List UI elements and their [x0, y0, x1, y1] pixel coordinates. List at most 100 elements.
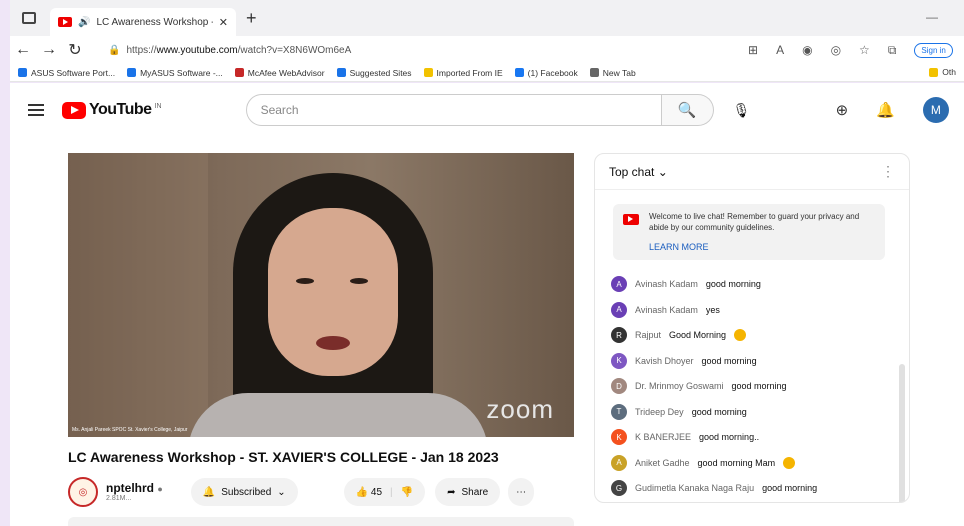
minimize-icon[interactable]: —	[926, 10, 938, 24]
chat-text: good morning	[691, 406, 747, 417]
browser-tab[interactable]: 🔊 LC Awareness Workshop - ... ✕	[50, 8, 236, 36]
tracking-icon[interactable]: ◎	[831, 43, 841, 58]
voice-search-button[interactable]: 🎙	[726, 94, 758, 126]
chat-message[interactable]: A Avinash Kadam good morning	[611, 272, 909, 298]
bookmark-icon	[423, 68, 433, 77]
account-avatar[interactable]: M	[922, 97, 949, 123]
chat-welcome-banner: Welcome to live chat! Remember to guard …	[613, 204, 885, 260]
channel-name[interactable]: nptelhrd ●	[106, 481, 163, 495]
search-button[interactable]: 🔍	[661, 94, 714, 126]
chat-message[interactable]: R Rajput Good Morning	[611, 323, 909, 349]
chat-text: Good Morning	[669, 330, 727, 341]
chat-author[interactable]: Rajput	[635, 330, 661, 340]
bookmark-item[interactable]: New Tab	[589, 68, 636, 78]
chat-avatar: R	[611, 327, 627, 344]
address-bar[interactable]: 🔒 https://www.youtube.com/watch?v=X8N6WO…	[98, 39, 678, 61]
live-chat-panel: Top chat ⌄ ⋮ Welcome to live chat! Remem…	[594, 153, 910, 503]
create-video-icon[interactable]: ⊕	[836, 101, 849, 119]
chat-author[interactable]: Kavish Dhoyer	[635, 356, 694, 366]
bookmark-item[interactable]: (1) Facebook	[514, 68, 578, 78]
channel-row: ◎ nptelhrd ● 2.81M... 🔔 Subscribed ⌄ 👍 4…	[68, 477, 574, 507]
back-icon[interactable]: ←	[10, 41, 36, 59]
video-player[interactable]: zoom Ms. Anjali Pareek SPOC St. Xavier's…	[68, 153, 574, 437]
chat-message[interactable]: T Trideep Dey good morning	[611, 399, 909, 425]
close-tab-icon[interactable]: ✕	[219, 16, 228, 29]
url-text: https://www.youtube.com/watch?v=X8N6WOm6…	[126, 44, 352, 56]
search-icon: 🔍	[677, 102, 697, 119]
bookmark-icon	[336, 68, 346, 77]
bookmark-item[interactable]: Imported From IE	[423, 68, 503, 78]
chat-message[interactable]: A Avinash Kadam yes	[611, 297, 909, 323]
refresh-icon[interactable]: ↻	[62, 40, 88, 60]
subscribed-button[interactable]: 🔔 Subscribed ⌄	[190, 478, 298, 506]
bookmark-icon	[18, 68, 27, 77]
chat-messages: A Avinash Kadam good morning A Avinash Kadam…	[595, 272, 909, 502]
extension-icon[interactable]: ◉	[802, 43, 812, 58]
like-button[interactable]: 👍 45	[356, 487, 382, 498]
chat-message[interactable]: K Kavish Dhoyer good morning	[611, 348, 909, 374]
chat-avatar: A	[611, 301, 627, 318]
chat-message[interactable]: A Aniket Gadhe good morning Mam	[611, 450, 909, 476]
chat-author[interactable]: Trideep Dey	[635, 407, 684, 417]
favorites-star-icon[interactable]: ☆	[859, 43, 870, 58]
watch-page: zoom Ms. Anjali Pareek SPOC St. Xavier's…	[10, 137, 964, 526]
share-icon: ➦	[447, 486, 456, 498]
channel-avatar[interactable]: ◎	[68, 477, 98, 507]
chevron-down-icon: ⌄	[277, 486, 286, 498]
notifications-bell-icon[interactable]: 🔔	[876, 101, 895, 119]
chat-avatar: T	[611, 403, 627, 420]
chat-avatar: G	[611, 480, 627, 497]
workspaces-icon[interactable]	[22, 12, 36, 24]
chat-text: good morning Mam	[697, 457, 776, 468]
chat-text: good morning..	[699, 432, 760, 443]
chat-menu-icon[interactable]: ⋮	[881, 163, 895, 180]
chat-avatar: K	[611, 429, 627, 446]
share-button[interactable]: ➦ Share	[435, 478, 501, 506]
chat-author[interactable]: Avinash Kadam	[635, 305, 698, 315]
youtube-logo[interactable]: YouTube IN	[62, 101, 162, 119]
like-dislike-group: 👍 45 | 👎	[343, 478, 426, 506]
chat-text: yes	[705, 304, 720, 315]
forward-icon[interactable]: →	[36, 41, 62, 59]
speaker-icon[interactable]: 🔊	[78, 17, 90, 28]
description-box[interactable]	[68, 517, 574, 526]
bookmark-icon	[589, 68, 599, 77]
chat-author[interactable]: K BANERJEE	[635, 432, 691, 442]
chat-text: good morning	[762, 483, 818, 494]
chat-text: good morning	[701, 355, 757, 366]
sign-in-button[interactable]: Sign in	[914, 42, 953, 58]
learn-more-link[interactable]: LEARN MORE	[649, 242, 875, 252]
chat-message[interactable]: G Gudimetla Kanaka Naga Raju good morning	[611, 476, 909, 502]
lock-icon[interactable]: 🔒	[108, 45, 120, 56]
app-available-icon[interactable]: ⊞	[748, 43, 758, 58]
menu-icon[interactable]	[28, 101, 44, 119]
chat-message[interactable]: D Dr. Mrinmoy Goswami good morning	[611, 374, 909, 400]
other-favorites[interactable]: Oth	[929, 67, 956, 77]
bookmark-icon	[234, 68, 244, 77]
zoom-watermark: zoom	[486, 394, 554, 424]
chat-author[interactable]: Dr. Mrinmoy Goswami	[635, 381, 724, 391]
chat-author[interactable]: Gudimetla Kanaka Naga Raju	[635, 483, 754, 493]
search-input[interactable]: Search	[245, 94, 662, 126]
dislike-button[interactable]: 👎	[401, 487, 413, 498]
bookmark-item[interactable]: MyASUS Software -...	[127, 68, 223, 78]
chat-header: Top chat ⌄ ⋮	[595, 154, 909, 190]
read-aloud-icon[interactable]: A	[776, 43, 784, 58]
chat-text: good morning	[705, 279, 761, 290]
chat-author[interactable]: Avinash Kadam	[635, 279, 698, 289]
bookmark-item[interactable]: ASUS Software Port...	[18, 68, 115, 78]
tab-title: LC Awareness Workshop - ...	[96, 16, 213, 28]
more-actions-button[interactable]: ⋯	[508, 478, 535, 506]
new-tab-icon[interactable]: +	[246, 8, 257, 29]
speaker-caption: Ms. Anjali Pareek SPOC St. Xavier's Coll…	[72, 427, 188, 433]
chat-author[interactable]: Aniket Gadhe	[635, 458, 690, 468]
top-chat-dropdown[interactable]: Top chat ⌄	[609, 165, 668, 179]
chat-scrollbar[interactable]	[899, 364, 905, 502]
youtube-play-icon	[62, 101, 86, 119]
collections-icon[interactable]: ⧉	[888, 43, 897, 58]
address-row: ← → ↻ 🔒 https://www.youtube.com/watch?v=…	[10, 36, 964, 64]
chat-avatar: D	[611, 378, 627, 395]
chat-message[interactable]: K K BANERJEE good morning..	[611, 425, 909, 451]
bookmark-item[interactable]: Suggested Sites	[336, 68, 412, 78]
bookmark-item[interactable]: McAfee WebAdvisor	[234, 68, 325, 78]
